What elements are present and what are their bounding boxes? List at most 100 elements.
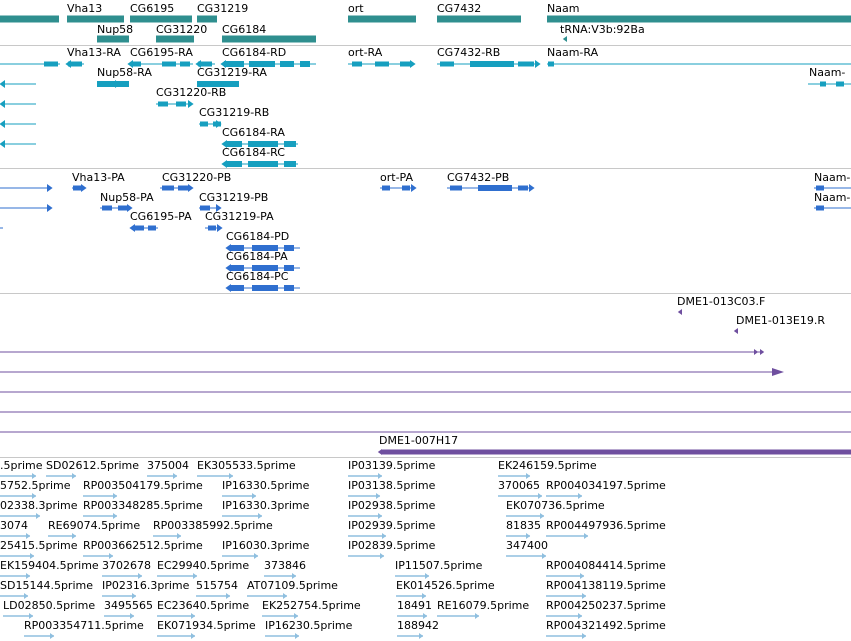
transcript-label[interactable]: CG31220-RB [156,87,226,99]
gene-bar[interactable] [67,15,124,23]
est-label[interactable]: SD15144.5prime [0,580,93,592]
gene-label[interactable]: CG31220 [156,24,207,36]
protein-exon[interactable] [518,185,528,191]
transcript-label[interactable]: ort-RA [348,47,382,59]
est-arrow[interactable] [295,633,300,639]
est-arrow[interactable] [584,533,589,539]
protein-arrow[interactable] [188,184,194,192]
est-label[interactable]: 370065 [498,480,540,492]
protein-exon[interactable] [134,225,144,231]
clone-arrow[interactable] [760,349,765,355]
est-arrow[interactable] [72,473,77,479]
protein-arrow[interactable] [47,184,53,192]
protein-exon[interactable] [252,285,278,291]
protein-label[interactable]: CG6184-PC [226,271,288,283]
transcript-label[interactable]: CG31219-RB [199,107,269,119]
transcript-label[interactable]: CG7432-RB [437,47,500,59]
est-label[interactable]: EK070736.5prime [506,500,605,512]
est-label[interactable]: EC29940.5prime [157,560,249,572]
transcript-exon[interactable] [470,61,514,67]
gene-label[interactable]: Nup58 [97,24,133,36]
est-label[interactable]: IP16230.5prime [265,620,352,632]
est-arrow[interactable] [254,553,259,559]
transcript-arrow[interactable] [410,60,416,68]
gene-label[interactable]: CG7432 [437,3,481,15]
transcript-exon[interactable] [375,61,389,67]
est-label[interactable]: SD02612.5prime [46,460,139,472]
est-label[interactable]: IP11507.5prime [395,560,482,572]
est-label[interactable]: RP004250237.5prime [546,600,666,612]
est-label[interactable]: EK246159.5prime [498,460,597,472]
transcript-arrow[interactable] [65,60,71,68]
protein-exon[interactable] [162,185,174,191]
clone-label[interactable]: DME1-013C03.F [677,296,765,308]
est-label[interactable]: RP004084414.5prime [546,560,666,572]
est-label[interactable]: 373846 [264,560,306,572]
transcript-exon[interactable] [300,61,310,67]
transcript-label[interactable]: CG6195-RA [130,47,193,59]
transcript-exon[interactable] [176,101,186,107]
est-label[interactable]: 3074 [0,520,28,532]
transcript-exon[interactable] [180,61,190,67]
clone-label[interactable]: DME1-013E19.R [736,315,825,327]
est-label[interactable]: RP004138119.5prime [546,580,666,592]
est-label[interactable]: EK014526.5prime [396,580,495,592]
est-label[interactable]: RP004034197.5prime [546,480,666,492]
est-arrow[interactable] [419,633,424,639]
transcript-exon[interactable] [548,61,554,67]
transcript-exon[interactable] [440,61,454,67]
gene-bar[interactable] [547,15,851,23]
clone-label[interactable]: DME1-007H17 [379,435,458,447]
est-label[interactable]: 347400 [506,540,548,552]
transcript-label[interactable]: CG6184-RD [222,47,286,59]
trna-arrow[interactable] [562,36,567,42]
protein-exon[interactable] [208,225,216,231]
protein-arrow[interactable] [81,184,87,192]
est-label[interactable]: IP02939.5prime [348,520,435,532]
protein-label[interactable]: Naam- [814,192,850,204]
gene-label[interactable]: tRNA:V3b:92Ba [560,24,645,36]
est-label[interactable]: 81835 [506,520,541,532]
est-label[interactable]: RP004497936.5prime [546,520,666,532]
protein-exon[interactable] [816,205,824,211]
protein-label[interactable]: ort-PA [380,172,413,184]
protein-label[interactable]: CG6184-PA [226,251,288,263]
protein-arrow[interactable] [411,184,417,192]
protein-exon[interactable] [402,185,410,191]
protein-label[interactable]: CG6195-PA [130,211,192,223]
protein-exon[interactable] [102,205,112,211]
gene-bar[interactable] [197,15,217,23]
gene-bar[interactable] [97,35,129,43]
protein-exon[interactable] [816,185,824,191]
est-arrow[interactable] [380,553,385,559]
clone-arrow[interactable] [772,368,784,376]
transcript-arrow[interactable] [0,120,5,128]
clone-arrow[interactable] [733,328,738,334]
protein-label[interactable]: Nup58-PA [100,192,154,204]
est-label[interactable]: EC23640.5prime [157,600,249,612]
transcript-exon[interactable] [836,81,844,87]
est-label[interactable]: IP03138.5prime [348,480,435,492]
est-label[interactable]: EK305533.5prime [197,460,296,472]
protein-exon[interactable] [178,185,188,191]
est-label[interactable]: IP16330.3prime [222,500,309,512]
est-arrow[interactable] [582,633,587,639]
transcript-exon[interactable] [280,61,294,67]
gene-bar[interactable] [348,15,416,23]
est-label[interactable]: 5752.5prime [0,480,71,492]
est-label[interactable]: RP004321492.5prime [546,620,666,632]
protein-label[interactable]: CG31219-PA [205,211,274,223]
est-label[interactable]: IP03139.5prime [348,460,435,472]
transcript-arrow[interactable] [0,100,5,108]
est-label[interactable]: 188942 [397,620,439,632]
gene-label[interactable]: CG31219 [197,3,248,15]
protein-arrow[interactable] [129,224,135,232]
transcript-label[interactable]: Nup58-RA [97,67,152,79]
gene-label[interactable]: ort [348,3,364,15]
transcript-arrow[interactable] [535,60,541,68]
protein-arrow[interactable] [225,284,231,292]
est-arrow[interactable] [191,633,196,639]
protein-exon[interactable] [148,225,156,231]
transcript-exon[interactable] [200,121,208,127]
est-label[interactable]: 3495565 [104,600,153,612]
